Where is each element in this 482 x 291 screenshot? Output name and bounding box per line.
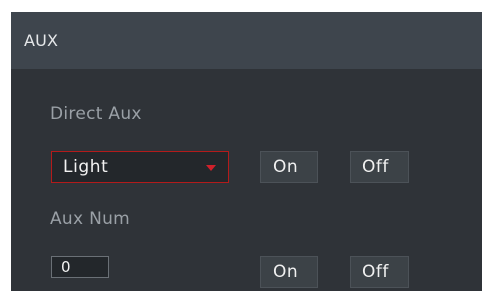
- aux-num-label: Aux Num: [50, 209, 131, 229]
- aux-num-value: 0: [61, 258, 71, 276]
- aux-num-off-button[interactable]: Off: [350, 256, 409, 288]
- aux-num-input[interactable]: 0: [51, 256, 109, 278]
- direct-aux-selected-value: Light: [63, 157, 109, 177]
- aux-panel: AUX Direct Aux Light On Off Aux Num 0 On…: [11, 12, 482, 291]
- direct-aux-label: Direct Aux: [50, 104, 142, 124]
- direct-aux-off-button[interactable]: Off: [350, 151, 409, 183]
- direct-aux-select[interactable]: Light: [51, 151, 229, 183]
- caret-down-icon: [206, 165, 216, 171]
- aux-num-on-button[interactable]: On: [260, 256, 318, 288]
- direct-aux-on-button[interactable]: On: [260, 151, 318, 183]
- panel-title: AUX: [24, 31, 59, 50]
- panel-header: AUX: [11, 12, 482, 69]
